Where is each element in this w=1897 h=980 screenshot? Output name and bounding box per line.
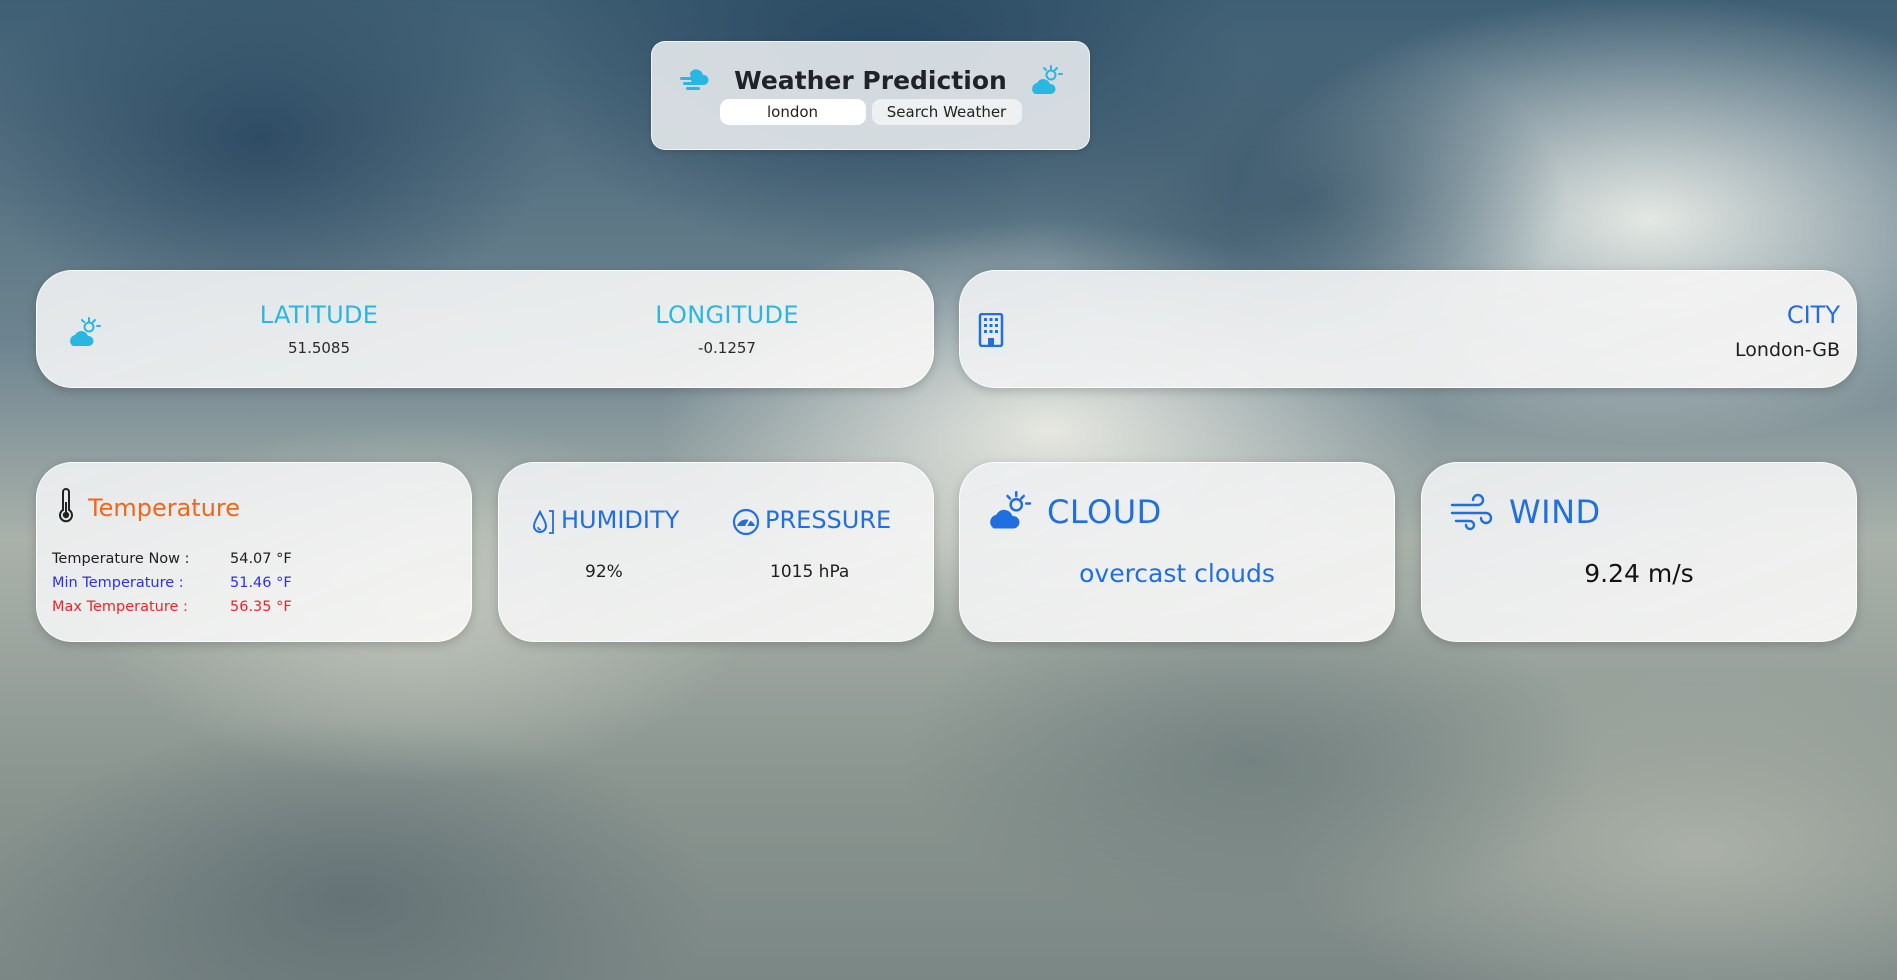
longitude-value: -0.1257 [698, 339, 756, 357]
sun-cloud-icon [1031, 65, 1063, 94]
latitude-label: LATITUDE [259, 301, 379, 329]
temperature-min-label: Min Temperature : [52, 575, 184, 591]
city-card: CITY London-GB [959, 270, 1857, 388]
humidity-label: HUMIDITY [561, 506, 680, 534]
sun-cloud-icon [990, 491, 1032, 529]
sun-cloud-icon [70, 317, 101, 346]
temperature-min-value: 51.46 °F [230, 575, 292, 591]
humidity-value: 92% [585, 562, 623, 582]
latitude-value: 51.5085 [287, 339, 351, 357]
cloud-card: CLOUD overcast clouds [959, 462, 1395, 642]
temperature-now-label: Temperature Now : [52, 551, 190, 567]
cloud-label: CLOUD [1047, 493, 1162, 531]
windy-cloud-icon [680, 69, 709, 90]
temperature-card: Temperature Temperature Now : 54.07 °F M… [36, 462, 472, 642]
temperature-now-value: 54.07 °F [230, 551, 292, 567]
header-panel: Weather Prediction Search Weather [651, 41, 1090, 150]
search-weather-button[interactable]: Search Weather [871, 99, 1022, 125]
gauge-icon [732, 508, 760, 536]
cloud-description: overcast clouds [1079, 559, 1275, 588]
city-search-input[interactable] [719, 99, 866, 125]
app-title: Weather Prediction [734, 65, 1007, 95]
wind-label: WIND [1509, 493, 1601, 531]
humidity-pressure-card: HUMIDITY 92% PRESSURE 1015 hPa [498, 462, 934, 642]
droplet-icon [532, 509, 554, 534]
city-value: London-GB [1735, 339, 1840, 361]
temperature-max-label: Max Temperature : [52, 599, 188, 615]
wind-card: WIND 9.24 m/s [1421, 462, 1857, 642]
pressure-value: 1015 hPa [770, 562, 850, 582]
header-title-row: Weather Prediction [652, 60, 1089, 100]
wind-value: 9.24 m/s [1584, 559, 1694, 588]
city-label: CITY [1786, 301, 1840, 329]
longitude-label: LONGITUDE [655, 301, 799, 329]
pressure-label: PRESSURE [765, 506, 892, 534]
temperature-max-value: 56.35 °F [230, 599, 292, 615]
wind-icon [1450, 493, 1493, 531]
latitude-block: LATITUDE 51.5085 [189, 301, 449, 357]
coordinates-card: LATITUDE 51.5085 LONGITUDE -0.1257 [36, 270, 934, 388]
longitude-block: LONGITUDE -0.1257 [597, 301, 857, 357]
temperature-title: Temperature [88, 494, 241, 522]
building-icon [978, 313, 1004, 347]
search-row: Search Weather [652, 99, 1089, 125]
thermometer-icon [59, 488, 73, 523]
